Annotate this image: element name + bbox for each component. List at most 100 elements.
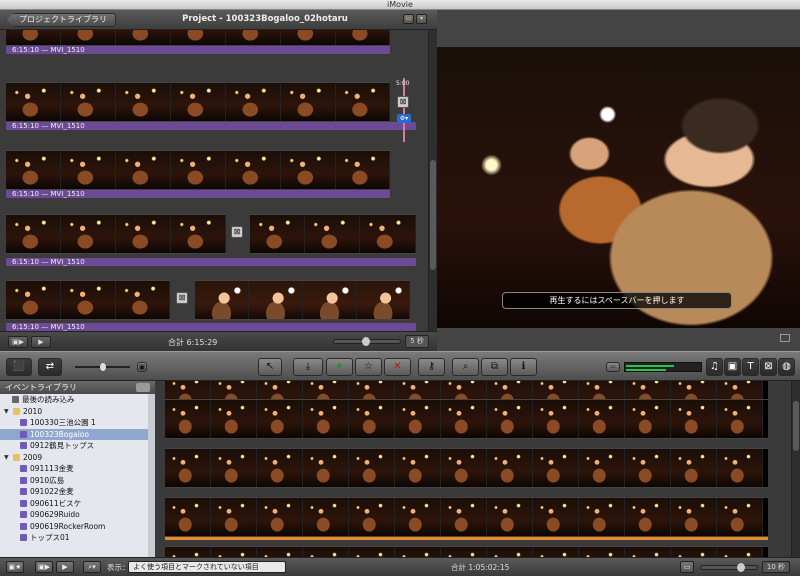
- project-pane: プロジェクトライブラリ Project - 100323Bogaloo_02ho…: [0, 10, 437, 351]
- event-label: 2010: [23, 406, 43, 416]
- photo-browser-button[interactable]: ▣: [724, 358, 741, 376]
- event-item[interactable]: 最後の読み込み: [0, 394, 155, 406]
- clip-label-strip: 6:15:10 — MVI_1510: [6, 122, 416, 130]
- event-item[interactable]: 0910広島: [0, 475, 155, 487]
- playhead[interactable]: [403, 78, 405, 142]
- add-to-project-button[interactable]: ⤓: [293, 358, 323, 376]
- event-label: 091022金麦: [30, 487, 74, 496]
- map-browser-button[interactable]: ◍: [778, 358, 795, 376]
- transition-icon[interactable]: ⊠: [176, 292, 188, 304]
- map-icon: ◍: [782, 361, 791, 372]
- music-browser-button[interactable]: ♫: [706, 358, 723, 376]
- title-browser-button[interactable]: T: [742, 358, 759, 376]
- event-label: 0912鶴見トップス: [30, 441, 95, 450]
- event-folder[interactable]: ▼ 2009: [0, 452, 155, 464]
- playhead-time: 5:00: [396, 80, 410, 87]
- play-button[interactable]: ▶: [31, 336, 51, 348]
- search-icon[interactable]: ⌕▾: [83, 561, 101, 573]
- clip-filmstrip[interactable]: [6, 82, 390, 122]
- clip-filmstrip[interactable]: [195, 280, 410, 320]
- keyword-icon: ⚷: [427, 361, 436, 372]
- event-item[interactable]: 091113金麦: [0, 463, 155, 475]
- unmark-button[interactable]: ☆: [355, 358, 382, 376]
- event-item[interactable]: トップス01: [0, 532, 155, 544]
- event-item[interactable]: 090629Ruido: [0, 509, 155, 521]
- event-item[interactable]: 090611ビスケ: [0, 498, 155, 510]
- event-browser-scrollbar[interactable]: [791, 381, 800, 557]
- event-label: トップス01: [30, 533, 70, 542]
- disclosure-triangle-icon[interactable]: ▼: [4, 406, 10, 418]
- event-library-scrollbar[interactable]: [148, 394, 155, 557]
- transition-icon[interactable]: ⊠: [397, 96, 409, 108]
- event-label: 2009: [23, 452, 43, 462]
- fullscreen-icon[interactable]: [780, 334, 790, 342]
- transition-icon[interactable]: ⊠: [231, 226, 243, 238]
- project-zoom-slider[interactable]: [333, 337, 401, 346]
- event-icon: [20, 534, 27, 542]
- event-item[interactable]: 100323Bogaloo: [0, 428, 155, 440]
- bottom-bar: ▣★ ▣▶ ▶ ⌕▾ 表示： よく使う項目とマークされていない項目 合計 1:0…: [0, 557, 800, 576]
- clip-filmstrip[interactable]: [6, 214, 226, 254]
- clip-filmstrip[interactable]: [6, 30, 390, 46]
- swap-panes-button[interactable]: ⇄: [38, 358, 62, 376]
- viewer-frame: [437, 47, 800, 328]
- event-label: 090611ビスケ: [30, 498, 82, 508]
- folder-icon: [13, 407, 20, 415]
- play-fullscreen-button[interactable]: ▣▶: [8, 336, 28, 348]
- event-folder[interactable]: ▼ 2010: [0, 406, 155, 418]
- add-event-button[interactable]: ▣★: [6, 561, 24, 573]
- project-scrollbar[interactable]: [428, 30, 437, 331]
- settings-icon[interactable]: ▾: [416, 14, 427, 24]
- event-zoom-slider[interactable]: [700, 563, 758, 572]
- event-item[interactable]: 090619RockerRoom: [0, 521, 155, 533]
- viewer[interactable]: 再生するにはスペースバーを押します: [437, 10, 800, 351]
- camera-import-button[interactable]: ⬛: [6, 358, 32, 376]
- audio-meter: [624, 362, 702, 372]
- event-label: 090619RockerRoom: [30, 521, 106, 531]
- play-button[interactable]: ▶: [56, 561, 74, 573]
- keyword-button[interactable]: ⚷: [418, 358, 445, 376]
- clip-filmstrip[interactable]: [6, 280, 170, 320]
- event-item[interactable]: 0912鶴見トップス: [0, 440, 155, 452]
- event-item[interactable]: 100330三池公園 1: [0, 417, 155, 429]
- show-label: 表示：: [107, 563, 130, 572]
- event-library-toggle[interactable]: [136, 383, 150, 392]
- thumbnail-icon: ▭: [680, 561, 694, 573]
- thumbnail-size-slider[interactable]: [75, 363, 130, 371]
- project-footer: ▣▶ ▶ 合計 6:15:29 5 秒: [0, 331, 437, 351]
- event-browser[interactable]: [155, 381, 800, 557]
- play-fullscreen-button[interactable]: ▣▶: [35, 561, 53, 573]
- clip-settings-button[interactable]: ⚙▾: [397, 114, 411, 123]
- theme-icon[interactable]: ▭: [403, 14, 414, 24]
- mark-favorite-button[interactable]: ★: [326, 358, 353, 376]
- clip-filmstrip[interactable]: [250, 214, 416, 254]
- clip-filmstrip[interactable]: [6, 150, 390, 190]
- info-icon: ℹ: [521, 361, 526, 372]
- show-filter-select[interactable]: よく使う項目とマークされていない項目: [128, 561, 286, 573]
- event-clip-filmstrip[interactable]: [165, 546, 768, 557]
- audio-mute-icon[interactable]: ▭: [606, 362, 620, 372]
- inspector-button[interactable]: ℹ: [510, 358, 537, 376]
- photo-icon: ▣: [727, 361, 738, 372]
- event-clip-filmstrip[interactable]: [165, 497, 768, 537]
- disclosure-triangle-icon[interactable]: ▼: [4, 452, 10, 464]
- event-item[interactable]: 091022金麦: [0, 486, 155, 498]
- music-icon: ♫: [710, 361, 719, 372]
- event-icon: [20, 488, 27, 496]
- project-library-button[interactable]: プロジェクトライブラリ: [6, 13, 116, 27]
- crop-button[interactable]: ⧉: [481, 358, 508, 376]
- clip-label-strip: 6:15:10 — MVI_1510: [6, 190, 390, 198]
- folder-icon: [13, 453, 20, 461]
- event-icon: [20, 499, 27, 507]
- event-icon: [20, 511, 27, 519]
- event-label: 091113金麦: [30, 464, 74, 473]
- select-tool-button[interactable]: ↖: [258, 358, 282, 376]
- project-title: Project - 100323Bogaloo_02hotaru: [182, 14, 348, 24]
- voiceover-button[interactable]: ⌕: [452, 358, 479, 376]
- event-clip-filmstrip[interactable]: [165, 399, 768, 439]
- clip-label-strip: 6:15:10 — MVI_1510: [6, 258, 416, 266]
- event-clip-filmstrip[interactable]: [165, 448, 768, 488]
- project-timeline[interactable]: 6:15:10 — MVI_1510 6:15:10 — MVI_1510 6:…: [0, 30, 428, 331]
- transition-browser-button[interactable]: ⊠: [760, 358, 777, 376]
- reject-button[interactable]: ✕: [384, 358, 411, 376]
